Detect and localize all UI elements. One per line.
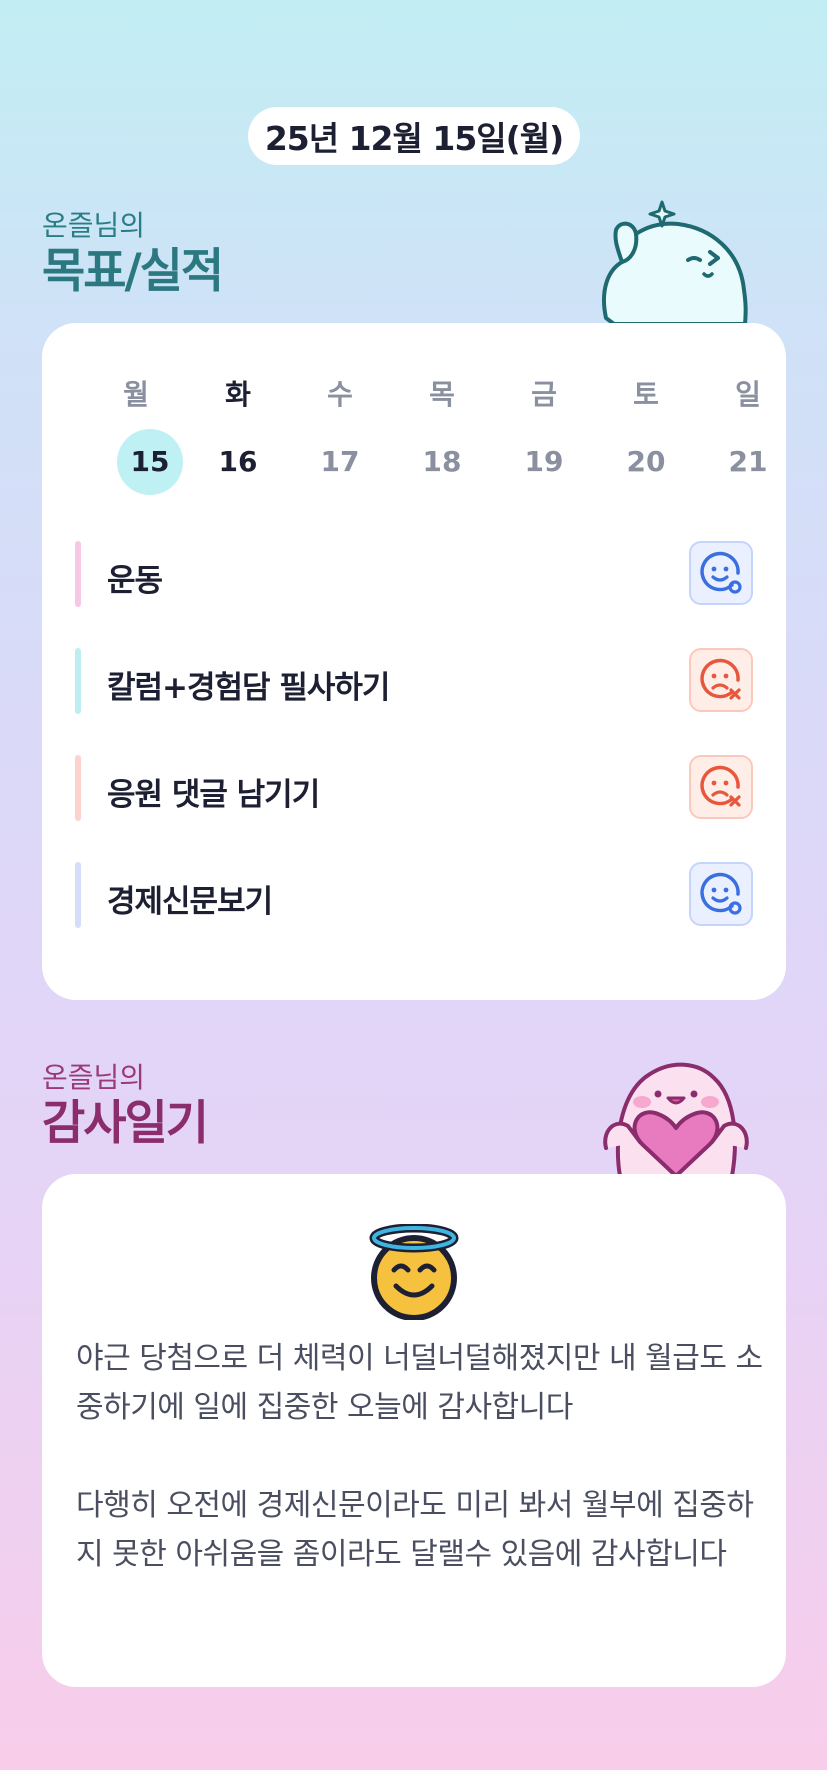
weekday-thu: 목 (429, 378, 455, 411)
day-17[interactable]: 17 (300, 429, 380, 495)
weekday-sun: 일 (735, 378, 761, 411)
weekday-sat: 토 (633, 378, 659, 411)
gratitude-paragraph: 다행히 오전에 경제신문이라도 미리 봐서 월부에 집중하지 못한 아쉬움을 좀… (76, 1488, 754, 1572)
goal-status-success[interactable] (689, 541, 753, 605)
weekday-fri: 금 (531, 378, 557, 411)
sad-fail-icon (700, 765, 741, 807)
goal-status-fail[interactable] (689, 648, 753, 712)
heart-mascot-icon (603, 1062, 749, 1176)
goal-item[interactable]: 칼럼+경험담 필사하기 (75, 648, 753, 716)
weekday-mon: 월 (123, 378, 149, 411)
gratitude-paragraph: 야근 당첨으로 더 체력이 너덜너덜해졌지만 내 월급도 소중하기에 일에 집중… (76, 1341, 763, 1425)
goal-status-success[interactable] (689, 862, 753, 926)
date-label: 25년 12월 15일(월) (264, 119, 564, 158)
sad-fail-icon (700, 658, 741, 700)
goals-title: 목표/실적 (42, 244, 224, 299)
goal-color-bar (75, 755, 81, 821)
day-21[interactable]: 21 (708, 429, 788, 495)
day-20[interactable]: 20 (606, 429, 686, 495)
goal-item[interactable]: 응원 댓글 남기기 (75, 755, 753, 823)
goal-item[interactable]: 운동 (75, 541, 753, 609)
day-18[interactable]: 18 (402, 429, 482, 495)
weekday-tue: 화 (225, 378, 251, 411)
goal-item[interactable]: 경제신문보기 (75, 862, 753, 930)
goal-color-bar (75, 541, 81, 607)
ghost-mascot-icon (601, 200, 748, 324)
weekday-wed: 수 (327, 378, 353, 411)
smile-success-icon (700, 551, 742, 594)
smile-success-icon (700, 872, 742, 915)
date-pill[interactable]: 25년 12월 15일(월) (248, 107, 580, 165)
goal-label: 운동 (107, 563, 163, 599)
gratitude-title: 감사일기 (42, 1096, 209, 1151)
goal-label: 경제신문보기 (107, 884, 273, 920)
gratitude-text: 야근 당첨으로 더 체력이 너덜너덜해졌지만 내 월급도 소중하기에 일에 집중… (76, 1334, 766, 1628)
smiling-face-with-halo-icon (366, 1223, 462, 1321)
goals-card: 월 화 수 목 금 토 일 15 16 17 18 19 20 21 운동 칼럼… (42, 323, 786, 1000)
goal-label: 응원 댓글 남기기 (107, 777, 320, 813)
gratitude-card: 야근 당첨으로 더 체력이 너덜너덜해졌지만 내 월급도 소중하기에 일에 집중… (42, 1174, 786, 1687)
day-15-selected[interactable]: 15 (117, 429, 183, 495)
goal-color-bar (75, 648, 81, 714)
goal-label: 칼럼+경험담 필사하기 (107, 670, 390, 706)
goal-color-bar (75, 862, 81, 928)
goal-status-fail[interactable] (689, 755, 753, 819)
day-16[interactable]: 16 (198, 429, 278, 495)
day-19[interactable]: 19 (504, 429, 584, 495)
